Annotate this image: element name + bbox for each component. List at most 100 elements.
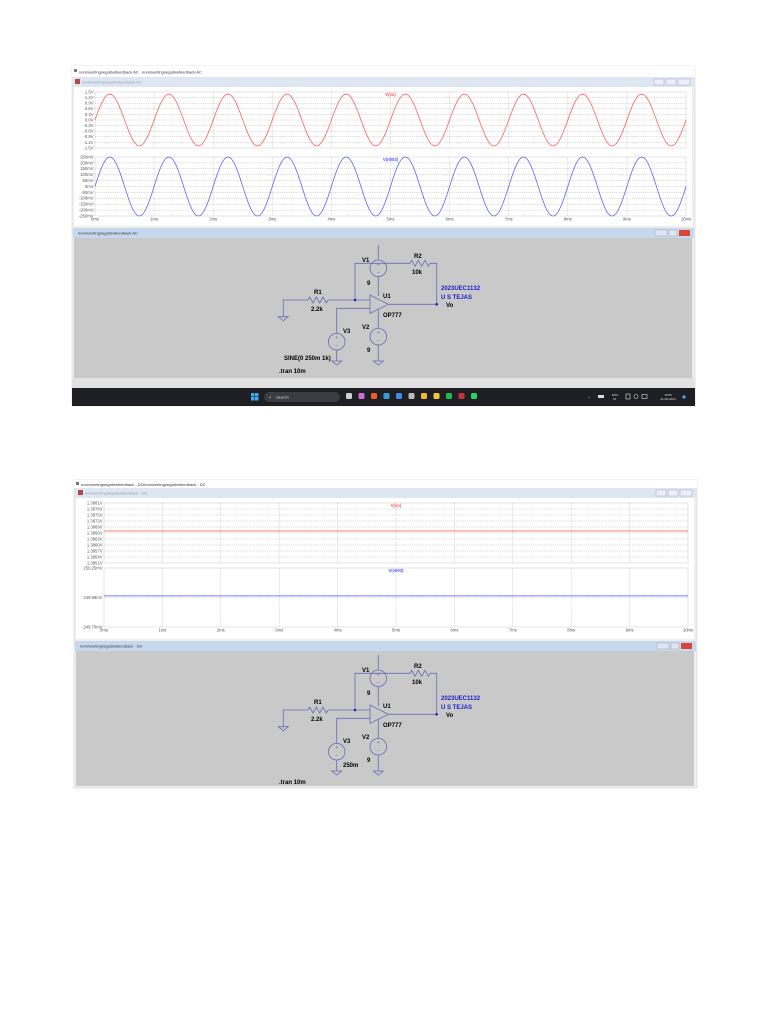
label-v3[interactable]: V3 [343,739,351,745]
whatsapp-icon[interactable] [471,393,477,399]
x-tick-label: 5ms [392,628,400,633]
trace-label[interactable]: V(n003) [383,157,399,162]
y-tick-label: -50mV [81,190,94,195]
document-page: noninvertingnegativefeedback.AC noninver… [71,65,698,789]
edge-icon[interactable] [383,393,390,399]
plot-window-titlebar[interactable] [73,77,694,87]
annotation-id[interactable]: 2023UEC1132 [441,286,481,292]
spotify-icon[interactable] [446,393,452,399]
label-r2[interactable]: R2 [414,664,422,670]
plus-sign: + [335,335,338,341]
ltspice-screenshot-ac: noninvertingnegativefeedback.AC noninver… [71,65,696,407]
media-icon[interactable] [408,393,415,399]
annotation-id[interactable]: 2023UEC1132 [441,696,481,702]
close-button[interactable] [679,230,690,236]
minimize-button[interactable] [655,489,667,497]
task-view-icon[interactable] [346,393,352,399]
brave-icon[interactable] [371,393,377,399]
schematic-canvas[interactable] [74,238,692,378]
junction-dot [353,298,357,302]
file-explorer-icon[interactable] [433,393,440,399]
value-r2[interactable]: 10k [412,270,423,276]
label-v1[interactable]: V1 [362,668,370,674]
spice-directive[interactable]: .tran 10m [279,369,306,375]
close-button[interactable] [677,78,691,86]
tab-schematic[interactable]: noninvertingnegativefeedback.AC [142,70,202,75]
plot-window-titlebar[interactable] [75,488,696,498]
x-tick-label: 7ms [509,628,517,633]
spice-directive[interactable]: .tran 10m [279,780,306,786]
search-placeholder: Search [276,395,289,400]
trace-label[interactable]: V(vo) [385,92,396,97]
store-icon[interactable] [396,393,402,399]
tab-plot[interactable]: noninvertingnegativefeedback.AC [79,70,139,75]
app-icon [74,69,77,72]
annotation-name[interactable]: U S TEJAS [441,705,472,711]
maximize-button[interactable] [668,229,678,237]
notification-icon[interactable] [682,395,686,399]
net-label-vo[interactable]: Vo [446,713,454,719]
label-v1[interactable]: V1 [362,258,370,264]
chrome-icon[interactable] [421,393,427,399]
minimize-button[interactable] [653,78,665,86]
app-icon [76,482,79,485]
restore-button[interactable] [654,229,668,237]
opamp-model[interactable]: OP777 [383,723,402,729]
maximize-button[interactable] [670,642,680,650]
label-u1[interactable]: U1 [383,704,391,710]
maximize-button[interactable] [665,78,677,86]
waveform-icon [75,79,80,84]
trace-label[interactable]: V(n003) [388,568,404,573]
schematic-window-titlebar[interactable] [73,228,694,238]
close-button[interactable] [679,489,693,497]
minus-sign: − [377,270,380,276]
maximize-button[interactable] [667,489,679,497]
cloud-icon[interactable] [598,395,604,398]
label-v2[interactable]: V2 [362,735,370,741]
y-tick-label: 1.3863V [87,536,103,541]
y-tick-label: 1.3857V [87,548,103,553]
schematic-window-titlebar[interactable] [75,641,696,651]
plus-sign: + [335,745,338,751]
ltspice-icon[interactable] [458,393,465,399]
value-v3[interactable]: 250m [343,763,358,769]
label-u1[interactable]: U1 [383,294,391,300]
clock-date[interactable]: 21-08-2024 [660,397,676,401]
x-tick-label: 5ms [387,217,395,222]
y-tick-label: 0.0V [85,117,94,122]
x-tick-label: 0ms [91,217,99,222]
net-label-vo[interactable]: Vo [446,303,454,309]
value-r1[interactable]: 2.2k [311,307,323,313]
x-tick-label: 2ms [209,217,217,222]
trace-label[interactable]: V(vo) [391,503,402,508]
junction-dot [435,303,439,306]
region-label[interactable]: IN [613,397,616,401]
copilot-icon[interactable] [358,393,365,399]
x-tick-label: 9ms [623,217,631,222]
minus-sign: − [377,680,380,686]
label-r1[interactable]: R1 [314,290,322,296]
y-tick-label: -100mV [79,196,94,201]
value-r2[interactable]: 10k [412,680,423,686]
minus-sign: − [335,344,338,350]
opamp-model[interactable]: OP777 [383,313,402,319]
value-v3[interactable]: SINE(0 250m 1k) [284,356,331,362]
x-tick-label: 10ms [683,628,693,633]
value-r1[interactable]: 2.2k [311,717,323,723]
y-tick-label: -200mV [79,208,94,213]
tab-schematic[interactable]: noninvertingnegativefeedback - DC [143,482,206,487]
annotation-name[interactable]: U S TEJAS [441,295,472,301]
label-v2[interactable]: V2 [362,325,370,331]
label-r2[interactable]: R2 [414,254,422,260]
y-tick-label: 100mV [80,172,93,177]
y-tick-label: 0.9V [85,101,94,106]
tab-plot[interactable]: noninvertingnegativefeedback - DC [81,482,144,487]
restore-button[interactable] [656,642,670,650]
y-tick-label: 1.2V [85,95,94,100]
label-v3[interactable]: V3 [343,329,351,335]
label-r1[interactable]: R1 [314,700,322,706]
schematic-canvas[interactable] [76,651,694,786]
close-button[interactable] [681,643,692,649]
chevron-up-icon[interactable]: ^ [588,395,590,400]
x-tick-label: 1ms [150,217,158,222]
